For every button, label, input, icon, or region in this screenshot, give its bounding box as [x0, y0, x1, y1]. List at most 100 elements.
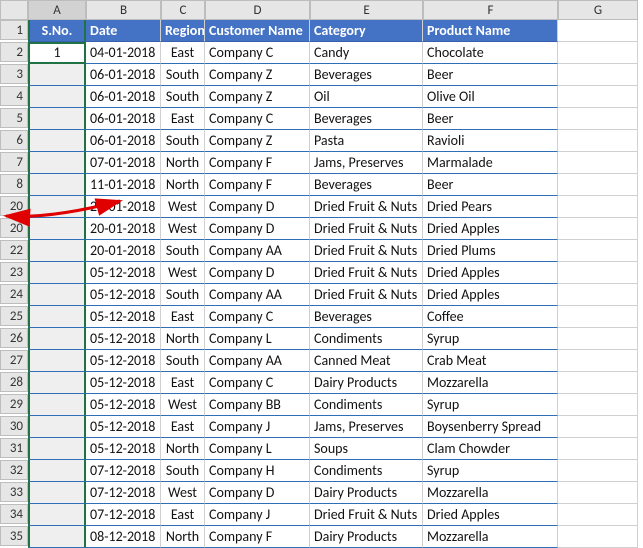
cell-sno[interactable] — [28, 262, 86, 284]
cell-customer[interactable]: Company F — [205, 174, 310, 196]
cell-category[interactable]: Canned Meat — [310, 350, 423, 372]
cell-product[interactable]: Mozzarella — [423, 482, 558, 504]
cell-region[interactable]: North — [161, 438, 205, 460]
cell-product[interactable]: Syrup — [423, 394, 558, 416]
cell-region[interactable]: East — [161, 416, 205, 438]
cell-date[interactable]: 05-12-2018 — [86, 372, 161, 394]
cell-region[interactable]: North — [161, 328, 205, 350]
row-header[interactable]: 32 — [0, 460, 28, 480]
row-header[interactable]: 20 — [0, 218, 28, 238]
cell-sno[interactable] — [28, 482, 86, 504]
select-all-corner[interactable] — [0, 0, 28, 20]
cell[interactable] — [558, 482, 638, 504]
cell-region[interactable]: West — [161, 218, 205, 240]
cell-product[interactable]: Dried Apples — [423, 504, 558, 526]
cell-region[interactable]: West — [161, 482, 205, 504]
cell-category[interactable]: Pasta — [310, 130, 423, 152]
cell-sno[interactable] — [28, 328, 86, 350]
cell[interactable] — [558, 218, 638, 240]
cell-product[interactable]: Dried Apples — [423, 284, 558, 306]
cell[interactable] — [558, 394, 638, 416]
row-header[interactable]: 7 — [0, 152, 28, 172]
cell-product[interactable]: Crab Meat — [423, 350, 558, 372]
cell-date[interactable]: 20-01-2018 — [86, 218, 161, 240]
cell[interactable] — [558, 504, 638, 526]
cell-category[interactable]: Beverages — [310, 64, 423, 86]
cell[interactable] — [558, 174, 638, 196]
cell-category[interactable]: Condiments — [310, 460, 423, 482]
row-header[interactable]: 3 — [0, 64, 28, 84]
cell-customer[interactable]: Company H — [205, 460, 310, 482]
cell[interactable] — [558, 64, 638, 86]
spreadsheet-grid[interactable]: ABCDEFG1S.No.DateRegionCustomer NameCate… — [0, 0, 643, 548]
row-header[interactable]: 29 — [0, 394, 28, 414]
cell-date[interactable]: 06-01-2018 — [86, 130, 161, 152]
row-header[interactable]: 20 — [0, 196, 28, 216]
row-header[interactable]: 23 — [0, 262, 28, 282]
cell-region[interactable]: South — [161, 130, 205, 152]
cell-region[interactable]: South — [161, 64, 205, 86]
cell-category[interactable]: Dairy Products — [310, 372, 423, 394]
cell-product[interactable]: Olive Oil — [423, 86, 558, 108]
cell-product[interactable]: Beer — [423, 64, 558, 86]
cell-product[interactable]: Beer — [423, 108, 558, 130]
cell-customer[interactable]: Company C — [205, 306, 310, 328]
cell-category[interactable]: Condiments — [310, 394, 423, 416]
cell-category[interactable]: Dried Fruit & Nuts — [310, 504, 423, 526]
cell-region[interactable]: North — [161, 152, 205, 174]
cell[interactable] — [558, 130, 638, 152]
cell-date[interactable]: 20-01-2018 — [86, 240, 161, 262]
header-cell[interactable]: Category — [310, 20, 423, 42]
cell-date[interactable]: 05-12-2018 — [86, 262, 161, 284]
cell[interactable] — [558, 460, 638, 482]
cell-sno[interactable] — [28, 108, 86, 130]
cell-region[interactable]: South — [161, 86, 205, 108]
row-header[interactable]: 28 — [0, 372, 28, 392]
cell-sno[interactable] — [28, 152, 86, 174]
cell-region[interactable]: North — [161, 526, 205, 548]
cell-date[interactable]: 05-12-2018 — [86, 306, 161, 328]
cell-customer[interactable]: Company F — [205, 526, 310, 548]
cell-product[interactable]: Coffee — [423, 306, 558, 328]
cell-customer[interactable]: Company D — [205, 262, 310, 284]
cell[interactable] — [558, 196, 638, 218]
cell-sno[interactable] — [28, 306, 86, 328]
cell-product[interactable]: Chocolate — [423, 42, 558, 64]
cell-product[interactable]: Mozzarella — [423, 372, 558, 394]
cell-sno[interactable] — [28, 504, 86, 526]
cell[interactable] — [558, 86, 638, 108]
cell-date[interactable]: 04-01-2018 — [86, 42, 161, 64]
cell-product[interactable]: Dried Pears — [423, 196, 558, 218]
cell-customer[interactable]: Company D — [205, 482, 310, 504]
cell-product[interactable]: Dried Apples — [423, 262, 558, 284]
row-header[interactable]: 6 — [0, 130, 28, 150]
cell-date[interactable]: 06-01-2018 — [86, 64, 161, 86]
cell-category[interactable]: Dairy Products — [310, 526, 423, 548]
cell-customer[interactable]: Company BB — [205, 394, 310, 416]
row-header[interactable]: 4 — [0, 86, 28, 106]
row-header[interactable]: 1 — [0, 20, 28, 40]
cell-sno[interactable] — [28, 196, 86, 218]
column-header-B[interactable]: B — [86, 0, 161, 20]
header-cell[interactable]: Product Name — [423, 20, 558, 42]
cell-category[interactable]: Dairy Products — [310, 482, 423, 504]
cell-region[interactable]: South — [161, 460, 205, 482]
cell[interactable] — [558, 438, 638, 460]
cell-customer[interactable]: Company L — [205, 328, 310, 350]
cell-customer[interactable]: Company C — [205, 42, 310, 64]
cell-product[interactable]: Boysenberry Spread — [423, 416, 558, 438]
cell-customer[interactable]: Company Z — [205, 64, 310, 86]
cell-sno[interactable] — [28, 438, 86, 460]
cell-region[interactable]: North — [161, 174, 205, 196]
cell-customer[interactable]: Company C — [205, 372, 310, 394]
cell-region[interactable]: East — [161, 42, 205, 64]
cell-date[interactable]: 05-12-2018 — [86, 394, 161, 416]
cell-category[interactable]: Beverages — [310, 174, 423, 196]
cell-date[interactable]: 05-12-2018 — [86, 416, 161, 438]
cell-region[interactable]: East — [161, 306, 205, 328]
cell-sno[interactable] — [28, 372, 86, 394]
row-header[interactable]: 33 — [0, 482, 28, 502]
cell-category[interactable]: Dried Fruit & Nuts — [310, 240, 423, 262]
cell[interactable] — [558, 262, 638, 284]
cell-category[interactable]: Dried Fruit & Nuts — [310, 262, 423, 284]
